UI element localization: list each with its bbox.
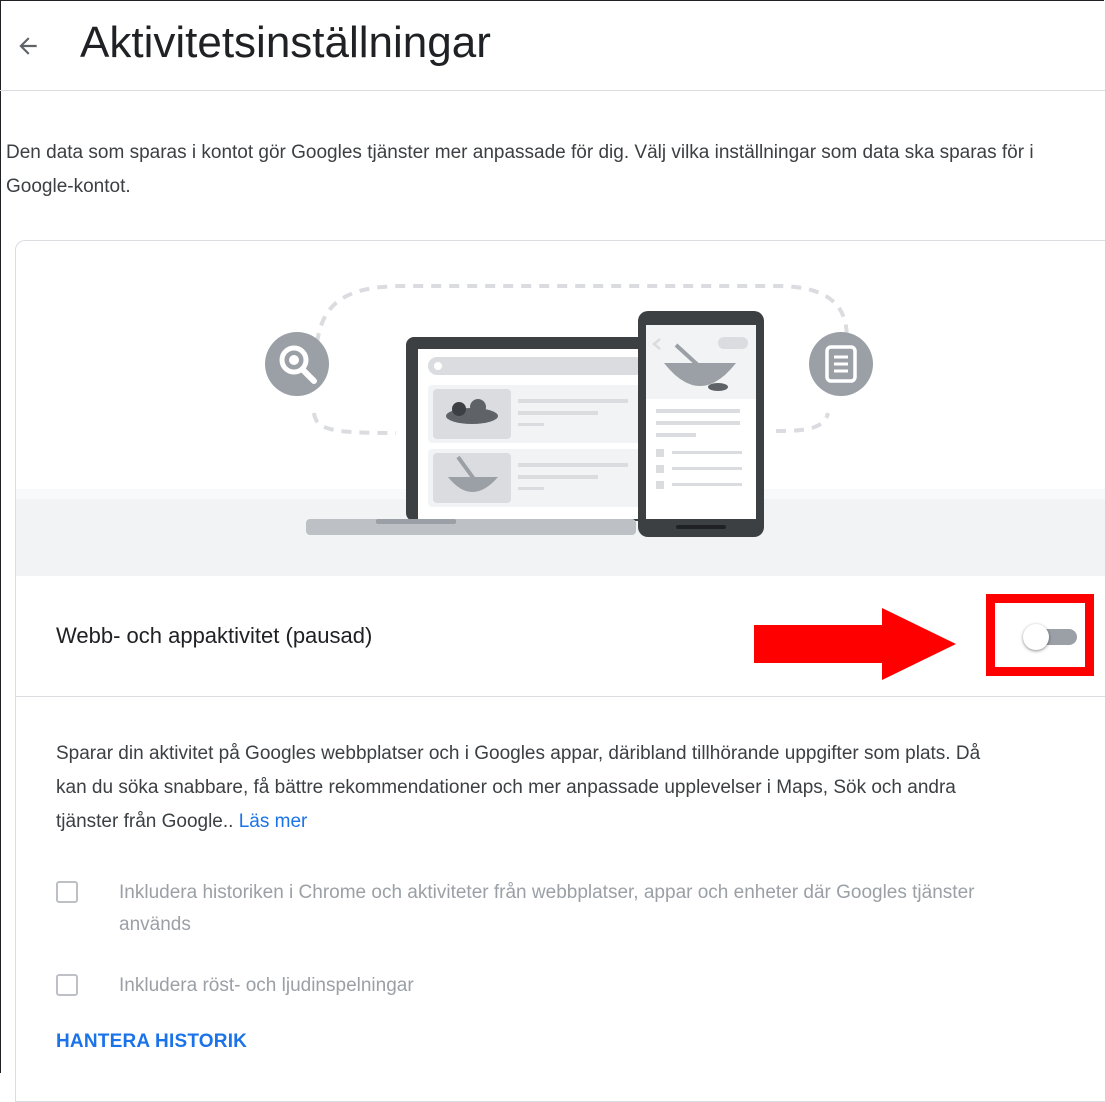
description-text: Sparar din aktivitet på Googles webbplat… bbox=[56, 743, 981, 832]
activity-description: Sparar din aktivitet på Googles webbplat… bbox=[56, 737, 1016, 839]
page-header: Aktivitetsinställningar bbox=[0, 0, 1105, 92]
web-app-activity-toggle[interactable] bbox=[1023, 624, 1079, 650]
phone-illustration bbox=[638, 311, 764, 537]
voice-recordings-checkbox[interactable] bbox=[56, 974, 78, 996]
web-app-activity-row: Webb- och appaktivitet (pausad) bbox=[16, 576, 1105, 696]
chrome-history-label: Inkludera historiken i Chrome och aktivi… bbox=[119, 882, 975, 935]
toggle-thumb bbox=[1023, 624, 1049, 650]
chrome-history-checkbox[interactable] bbox=[56, 881, 78, 903]
header-divider bbox=[0, 90, 1105, 91]
red-arrow-annotation bbox=[754, 608, 956, 680]
voice-recordings-label: Inkludera röst- och ljudinspelningar bbox=[119, 975, 414, 996]
activity-card: Webb- och appaktivitet (pausad) Sparar d… bbox=[15, 240, 1105, 1102]
row-divider bbox=[16, 696, 1105, 697]
page-title: Aktivitetsinställningar bbox=[80, 18, 491, 67]
devices-illustration bbox=[16, 284, 1105, 576]
learn-more-link[interactable]: Läs mer bbox=[239, 811, 308, 832]
back-button[interactable] bbox=[8, 22, 48, 70]
document-icon bbox=[809, 332, 873, 396]
arrow-back-icon bbox=[19, 37, 37, 55]
intro-text: Den data som sparas i kontot gör Googles… bbox=[6, 142, 1034, 197]
manage-history-button[interactable]: HANTERA HISTORIK bbox=[56, 1031, 247, 1053]
web-app-activity-label: Webb- och appaktivitet (pausad) bbox=[56, 623, 373, 648]
search-icon bbox=[265, 332, 329, 396]
